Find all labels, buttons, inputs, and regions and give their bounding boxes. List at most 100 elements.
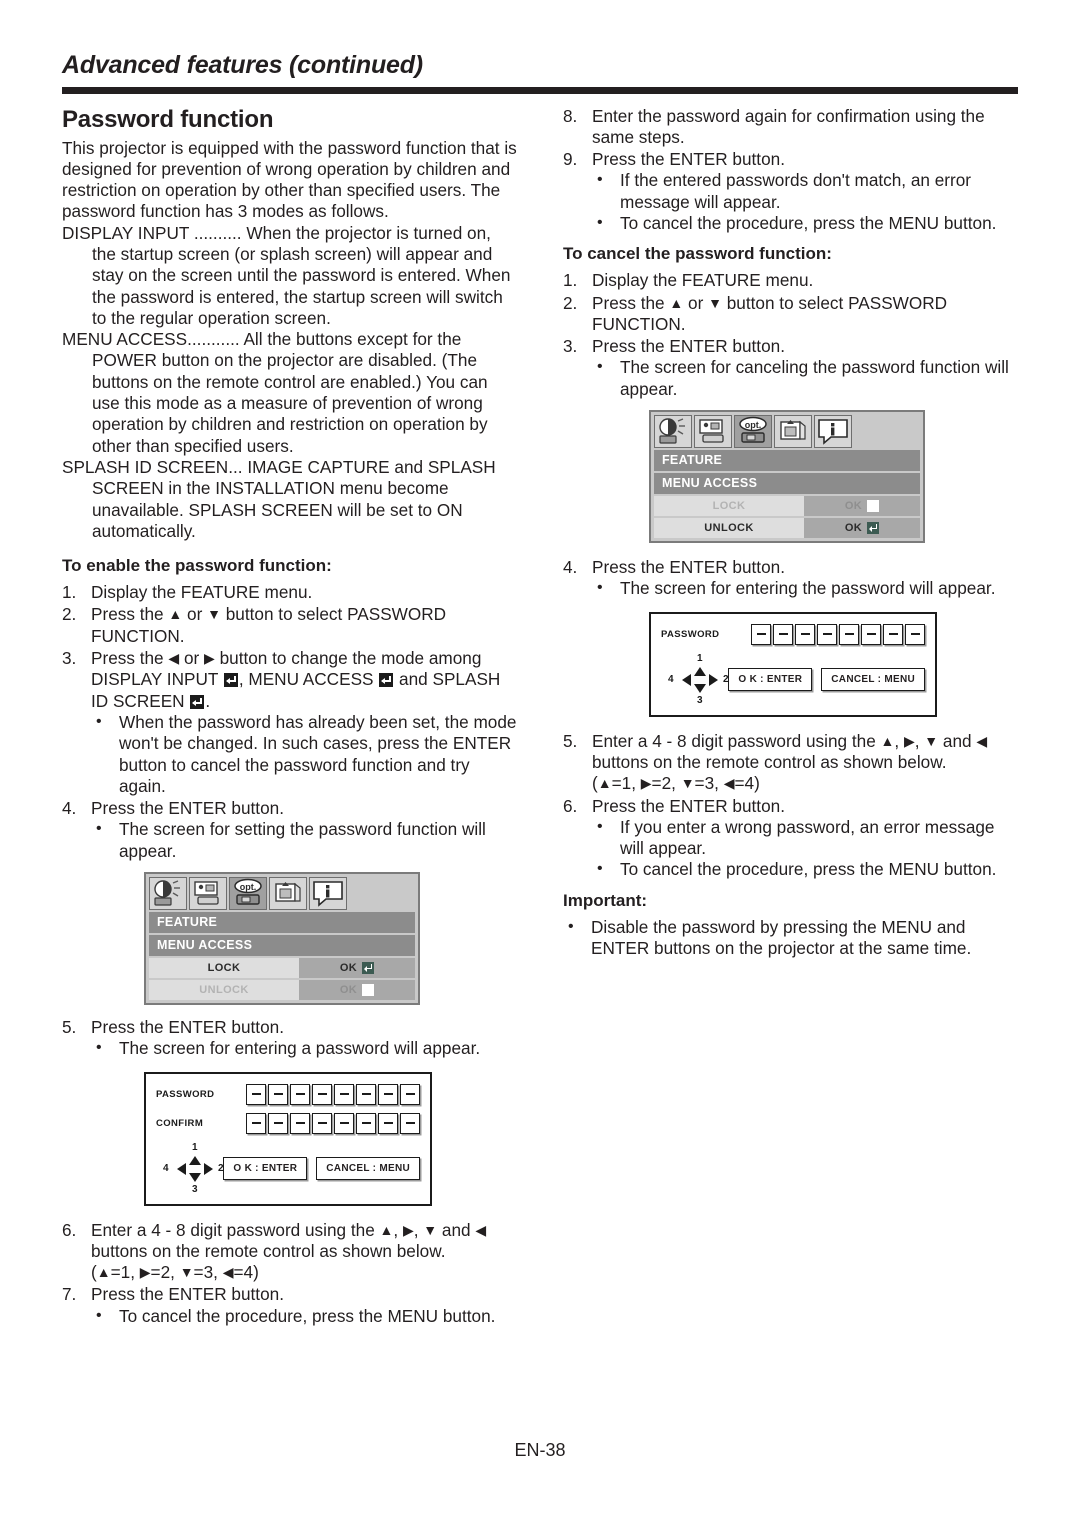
ok-enter-button[interactable]: O K : ENTER — [728, 668, 813, 692]
digit-cell[interactable] — [290, 1083, 310, 1105]
legend-text: =1, — [611, 773, 641, 794]
digit-cell[interactable] — [795, 623, 815, 645]
step-text: or — [182, 604, 208, 625]
info-tab[interactable] — [814, 415, 852, 449]
step-item: 2. Press the ▲ or ▼ button to select PAS… — [563, 293, 1018, 336]
digit-cell[interactable] — [356, 1083, 376, 1105]
ok-enter-button[interactable]: O K : ENTER — [223, 1157, 308, 1181]
right-arrow-icon: ▶ — [640, 775, 652, 792]
step-item: 6. Press the ENTER button. If you enter … — [563, 796, 1018, 881]
bullet-item: The screen for entering a password will … — [91, 1037, 517, 1059]
digit-cell[interactable] — [400, 1083, 420, 1105]
digit-cell[interactable] — [246, 1083, 266, 1105]
digit-cell[interactable] — [817, 623, 837, 645]
video-tab[interactable] — [189, 877, 227, 910]
confirm-digit-cells[interactable] — [246, 1112, 420, 1134]
mode-name: DISPLAY INPUT .......... — [62, 222, 242, 243]
bullet-item: The screen for entering the password wil… — [592, 577, 1018, 599]
digit-cell[interactable] — [751, 623, 771, 645]
cancel-password-heading: To cancel the password function: — [563, 244, 832, 264]
digit-cell[interactable] — [905, 623, 925, 645]
password-row-label: PASSWORD — [661, 628, 720, 640]
digit-cell[interactable] — [268, 1083, 288, 1105]
osd-row-unlock[interactable]: UNLOCK OK — [654, 518, 920, 539]
digit-cell[interactable] — [312, 1112, 332, 1134]
osd-row-lock[interactable]: LOCK OK — [654, 496, 920, 517]
step-bullets: If you enter a wrong password, an error … — [592, 816, 1018, 881]
password-entry-figure-enable: PASSWORD CONFIRM 1 2 3 4 O K: ENTER CAN… — [144, 1071, 432, 1206]
dpad-legend: (▲=1, ▶=2, ▼=3, ◀=4) — [91, 1262, 517, 1283]
step-text: Press the ENTER button. — [592, 336, 785, 357]
image-tab[interactable] — [654, 415, 692, 449]
osd-menu-subtitle: MENU ACCESS — [654, 473, 920, 495]
step-number: 9. — [563, 149, 578, 170]
cancel-menu-button[interactable]: CANCEL : MENU — [316, 1157, 420, 1181]
right-column: 8. Enter the password again for confirma… — [563, 106, 1018, 1329]
step-text: Enter a 4 - 8 digit password using the — [91, 1219, 380, 1240]
bullet-item: If you enter a wrong password, an error … — [592, 816, 1018, 860]
up-arrow-icon: ▲ — [669, 294, 684, 311]
digit-cell[interactable] — [334, 1083, 354, 1105]
digit-cell[interactable] — [268, 1112, 288, 1134]
password-row-label: PASSWORD — [156, 1088, 215, 1100]
right-arrow-icon — [709, 673, 718, 686]
step-item: 7. Press the ENTER button. To cancel the… — [62, 1284, 517, 1327]
osd-ok-label: OK — [844, 500, 863, 513]
digit-cell[interactable] — [839, 623, 859, 645]
info-tab[interactable] — [309, 877, 347, 910]
step-number: 4. — [62, 798, 77, 819]
down-arrow-icon: ▼ — [179, 1264, 194, 1281]
dpad-diagram: 1 2 3 4 — [661, 653, 729, 707]
up-arrow-icon — [694, 666, 706, 676]
opt-tab[interactable]: opt. — [734, 415, 772, 449]
step-item: 1. Display the FEATURE menu. — [62, 582, 517, 603]
osd-tab-strip: opt. — [146, 874, 418, 910]
osd-menu-title: FEATURE — [654, 450, 920, 472]
enter-key-icon — [379, 673, 394, 688]
step-number: 1. — [62, 582, 77, 603]
step-number: 6. — [62, 1219, 77, 1240]
digit-cell[interactable] — [356, 1112, 376, 1134]
digit-cell[interactable] — [246, 1112, 266, 1134]
step-number: 5. — [62, 1017, 77, 1037]
installation-tab[interactable] — [774, 415, 812, 449]
digit-cell[interactable] — [861, 623, 881, 645]
digit-cell[interactable] — [290, 1112, 310, 1134]
enable-password-heading: To enable the password function: — [62, 556, 332, 576]
bullet-item: To cancel the procedure, press the MENU … — [91, 1305, 517, 1327]
step-bullets: The screen for setting the password func… — [91, 818, 517, 862]
step-bullets: The screen for canceling the password fu… — [592, 356, 1018, 400]
page-title: Password function — [62, 105, 274, 133]
important-bullets: Disable the password by pressing the MEN… — [563, 916, 1018, 960]
step-text: , — [914, 730, 925, 751]
image-tab[interactable] — [149, 877, 187, 910]
digit-cell[interactable] — [378, 1083, 398, 1105]
video-tab[interactable] — [694, 415, 732, 449]
osd-row-lock[interactable]: LOCK OK — [149, 958, 415, 978]
digit-cell[interactable] — [883, 623, 903, 645]
up-arrow-icon: ▲ — [168, 606, 183, 623]
dpad-right-number: 2 — [723, 673, 729, 685]
opt-tab[interactable]: opt. — [229, 877, 267, 910]
digit-cell[interactable] — [400, 1112, 420, 1134]
step-text: Press the ENTER button. — [592, 557, 785, 578]
page-footer: EN-38 — [62, 1440, 1018, 1461]
digit-cell[interactable] — [312, 1083, 332, 1105]
step-number: 2. — [563, 292, 578, 313]
step-number: 3. — [62, 648, 77, 669]
left-column: Password function This projector is equi… — [62, 106, 517, 1329]
osd-row-unlock[interactable]: UNLOCK OK — [149, 980, 415, 1000]
step-item: 1. Display the FEATURE menu. — [563, 270, 1018, 291]
password-digit-cells[interactable] — [751, 623, 925, 645]
password-digit-cells[interactable] — [246, 1083, 420, 1105]
digit-cell[interactable] — [334, 1112, 354, 1134]
intro-paragraph: This projector is equipped with the pass… — [62, 137, 517, 222]
osd-row-value: OK — [804, 496, 920, 517]
dpad-up-number: 1 — [192, 1141, 198, 1153]
blank-box-icon — [362, 984, 375, 996]
step-number: 4. — [563, 557, 578, 578]
digit-cell[interactable] — [378, 1112, 398, 1134]
installation-tab[interactable] — [269, 877, 307, 910]
cancel-menu-button[interactable]: CANCEL : MENU — [821, 668, 925, 692]
digit-cell[interactable] — [773, 623, 793, 645]
